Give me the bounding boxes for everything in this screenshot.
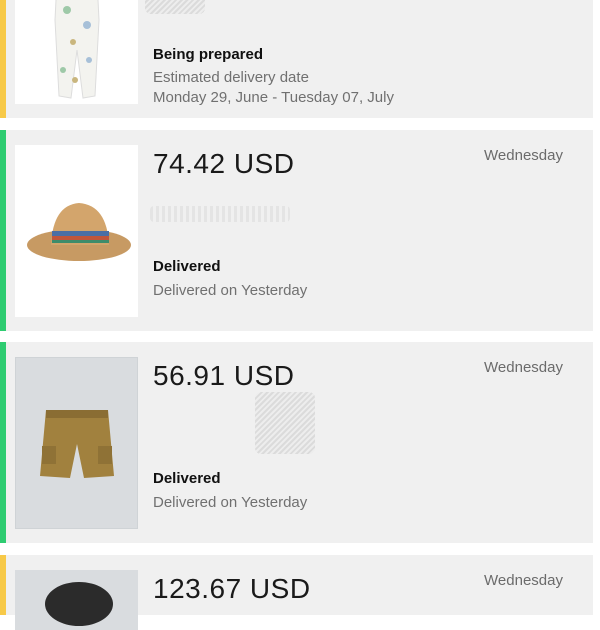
status-stripe [0, 130, 6, 331]
order-status: Delivered [153, 470, 221, 487]
order-card[interactable]: 123.67 USD Wednesday [0, 555, 593, 630]
product-image-shorts [15, 357, 138, 529]
order-status: Delivered [153, 258, 221, 275]
product-image-romper [15, 0, 138, 104]
order-price: 123.67 USD [153, 573, 311, 604]
order-price: 56.91 USD [153, 360, 295, 391]
order-card[interactable]: 56.91 USD Wednesday Delivered Delivered … [0, 342, 593, 543]
delivery-info: Delivered on Yesterday [153, 282, 308, 299]
status-stripe [0, 0, 6, 118]
redacted-text [255, 392, 315, 454]
status-stripe [0, 342, 6, 543]
order-status: Being prepared [153, 46, 264, 63]
redacted-text [145, 0, 205, 14]
delivery-estimate-label: Estimated delivery date [153, 69, 309, 86]
order-day: Wednesday [484, 572, 563, 589]
order-card[interactable]: Being prepared Estimated delivery date M… [0, 0, 593, 118]
delivery-info: Delivered on Yesterday [153, 494, 308, 511]
delivery-estimate-range: Monday 29, June - Tuesday 07, July [153, 89, 394, 106]
order-day: Wednesday [484, 359, 563, 376]
status-stripe [0, 555, 6, 615]
order-price: 74.42 USD [153, 148, 295, 179]
redacted-text [150, 206, 290, 222]
product-image-hoodie [15, 570, 138, 630]
order-card[interactable]: 74.42 USD Wednesday Delivered Delivered … [0, 130, 593, 331]
order-day: Wednesday [484, 147, 563, 164]
product-image-hat [15, 145, 138, 317]
